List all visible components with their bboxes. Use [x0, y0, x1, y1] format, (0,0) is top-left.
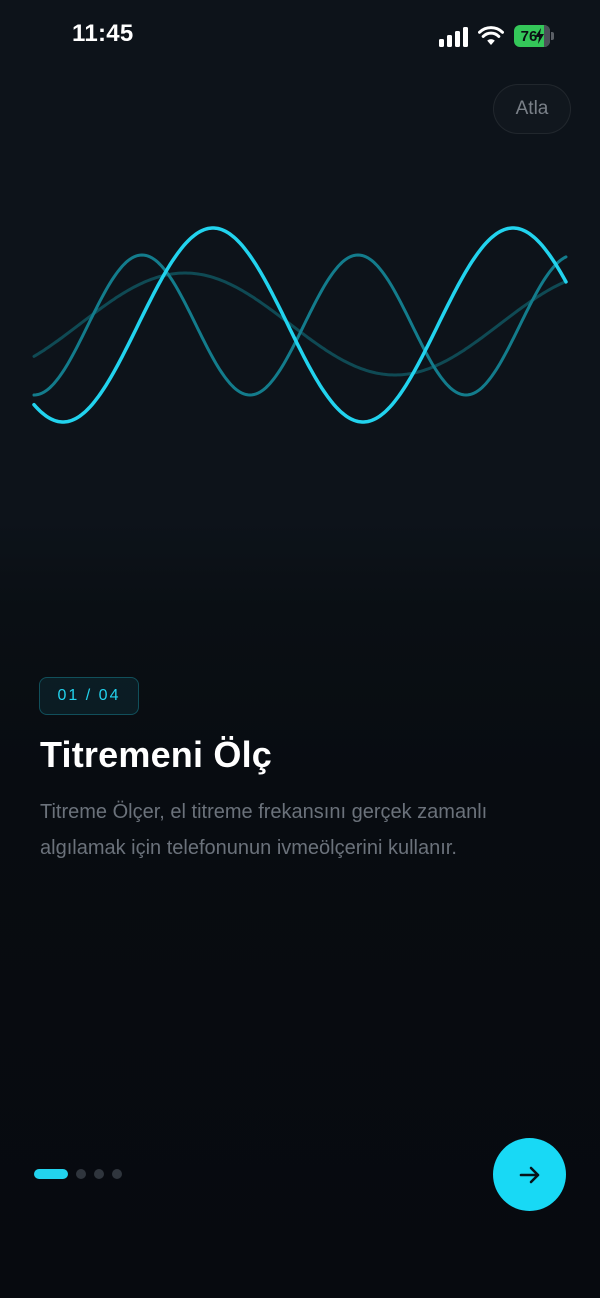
next-button[interactable] [493, 1138, 566, 1211]
signal-icon [439, 25, 468, 47]
pagination-dot-4[interactable] [112, 1169, 122, 1179]
step-badge: 01 / 04 [39, 677, 139, 715]
pagination-dot-2[interactable] [76, 1169, 86, 1179]
onboarding-screen: 11:45 76 Atla 01 / 04 Titremeni Ölç Titr… [0, 0, 600, 1298]
bolt-icon [535, 28, 544, 44]
skip-button[interactable]: Atla [493, 84, 571, 134]
pagination [34, 1169, 122, 1179]
status-icons: 76 [439, 22, 554, 50]
page-title: Titremeni Ölç [40, 734, 273, 775]
battery-charging-icon: 76 [514, 25, 554, 47]
status-bar: 11:45 76 [0, 0, 600, 72]
wave-primary [32, 226, 568, 424]
sine-wave-illustration [32, 226, 568, 424]
pagination-dot-1[interactable] [34, 1169, 68, 1179]
wifi-icon [478, 26, 504, 45]
status-time: 11:45 [72, 20, 134, 47]
page-description: Titreme Ölçer, el titreme frekansını ger… [40, 801, 488, 859]
arrow-right-icon [519, 1166, 539, 1183]
pagination-dot-3[interactable] [94, 1169, 104, 1179]
wave-tertiary [32, 271, 568, 377]
